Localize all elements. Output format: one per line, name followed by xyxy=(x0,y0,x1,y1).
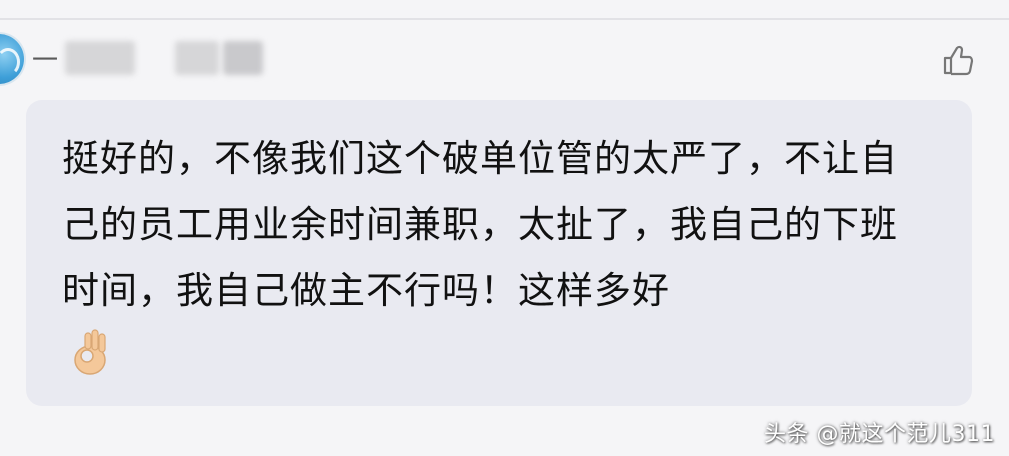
blurred-username-part xyxy=(65,41,136,75)
username[interactable]: 一 xyxy=(32,40,59,77)
username-row[interactable]: 一 xyxy=(32,38,264,78)
like-button[interactable] xyxy=(938,40,978,80)
comment-bubble: 挺好的，不像我们这个破单位管的太严了，不让自己的员工用业余时间兼职，太扯了，我自… xyxy=(26,100,972,406)
comment-text: 挺好的，不像我们这个破单位管的太严了，不让自己的员工用业余时间兼职，太扯了，我自… xyxy=(62,137,898,312)
watermark: 头条 @就这个范儿311 xyxy=(764,422,995,447)
thumbs-up-icon xyxy=(943,45,974,76)
blurred-username-part xyxy=(223,41,264,75)
comment-screenshot: 一 挺好的，不像我们这个破单位管的太严了，不让自己的员工用业余时间兼职，太扯了，… xyxy=(0,0,1009,456)
user-avatar[interactable] xyxy=(0,34,24,84)
ok-hand-icon xyxy=(74,329,106,375)
blurred-username-part xyxy=(175,41,220,75)
divider xyxy=(0,18,1009,20)
